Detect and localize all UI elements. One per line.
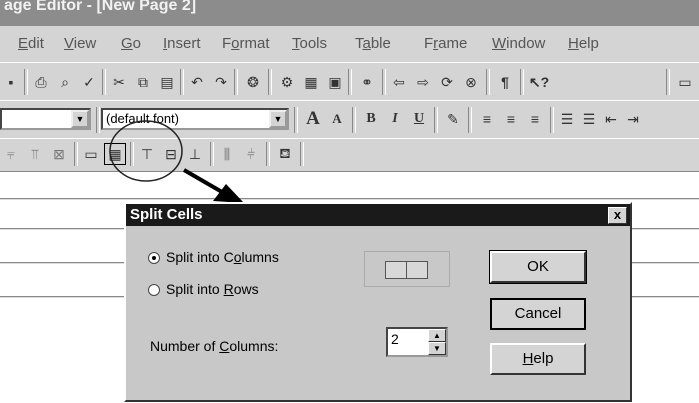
split-cells-dialog: Split Cells x Split into Columns Split i…	[124, 202, 632, 402]
number-of-columns-label: Number of Columns:	[150, 338, 279, 354]
number-of-columns-value: 2	[391, 331, 399, 347]
split-rows-label[interactable]: Split into Rows	[166, 281, 259, 297]
arrowhead-icon	[213, 184, 244, 203]
arrow-annotation-icon	[182, 168, 224, 194]
preview-cell	[406, 261, 428, 279]
preview-cell	[385, 261, 407, 279]
split-rows-radio[interactable]	[148, 284, 160, 296]
help-button[interactable]: Help	[490, 343, 586, 375]
ok-button[interactable]: OK	[489, 250, 587, 284]
cancel-button[interactable]: Cancel	[490, 298, 586, 330]
spin-down-icon[interactable]: ▼	[428, 342, 446, 355]
split-columns-radio[interactable]	[148, 252, 160, 264]
circle-annotation-icon	[109, 120, 183, 182]
split-columns-label[interactable]: Split into Columns	[166, 249, 279, 265]
close-icon[interactable]: x	[608, 207, 627, 224]
number-of-columns-stepper[interactable]: 2 ▲ ▼	[386, 327, 448, 357]
split-preview	[364, 251, 450, 287]
dialog-title: Split Cells	[130, 206, 203, 223]
spin-up-icon[interactable]: ▲	[428, 329, 446, 342]
dialog-title-bar: Split Cells x	[126, 204, 630, 226]
